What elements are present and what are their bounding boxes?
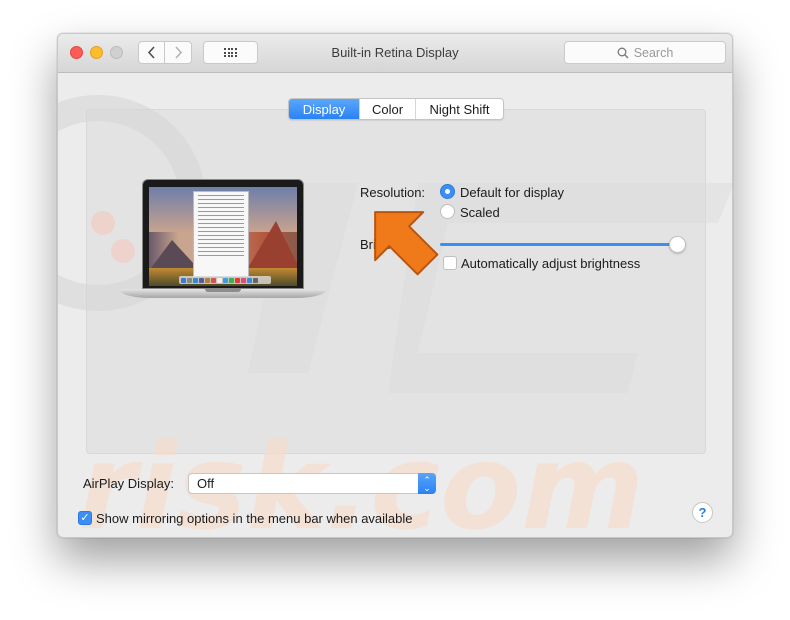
mirroring-checkbox[interactable]: ✓ (78, 511, 92, 525)
annotation-arrow-icon (374, 211, 439, 276)
resolution-scaled-label[interactable]: Scaled (460, 205, 500, 220)
search-field[interactable]: Search (564, 41, 726, 64)
laptop-screen (149, 187, 297, 286)
laptop-lid (142, 179, 304, 289)
tab-night-shift[interactable]: Night Shift (415, 99, 503, 119)
preference-pane: risk.com Display Color Night Shift Resol… (58, 73, 732, 537)
tab-display[interactable]: Display (289, 99, 359, 119)
help-button[interactable]: ? (692, 502, 713, 523)
airplay-display-select[interactable]: Off ⌃ ⌄ (188, 473, 436, 494)
tab-color[interactable]: Color (359, 99, 415, 119)
brightness-slider-thumb[interactable] (669, 236, 686, 253)
brightness-slider-track[interactable] (440, 243, 676, 246)
airplay-selected-value: Off (197, 476, 215, 491)
document-window-thumbnail (193, 191, 249, 277)
segmented-tabs: Display Color Night Shift (288, 98, 504, 120)
auto-brightness-label[interactable]: Automatically adjust brightness (461, 256, 640, 271)
search-icon (617, 47, 629, 58)
mirroring-label[interactable]: Show mirroring options in the menu bar w… (96, 511, 413, 526)
search-placeholder: Search (633, 45, 674, 60)
system-preferences-window: Built-in Retina Display Search risk.com … (57, 33, 733, 538)
airplay-label: AirPlay Display: (83, 476, 175, 491)
resolution-default-label[interactable]: Default for display (460, 185, 564, 200)
chevron-up-down-icon: ⌃ ⌄ (418, 473, 436, 494)
macbook-illustration (120, 179, 326, 305)
dock-thumbnail (179, 276, 271, 284)
title-bar: Built-in Retina Display Search (58, 34, 732, 73)
